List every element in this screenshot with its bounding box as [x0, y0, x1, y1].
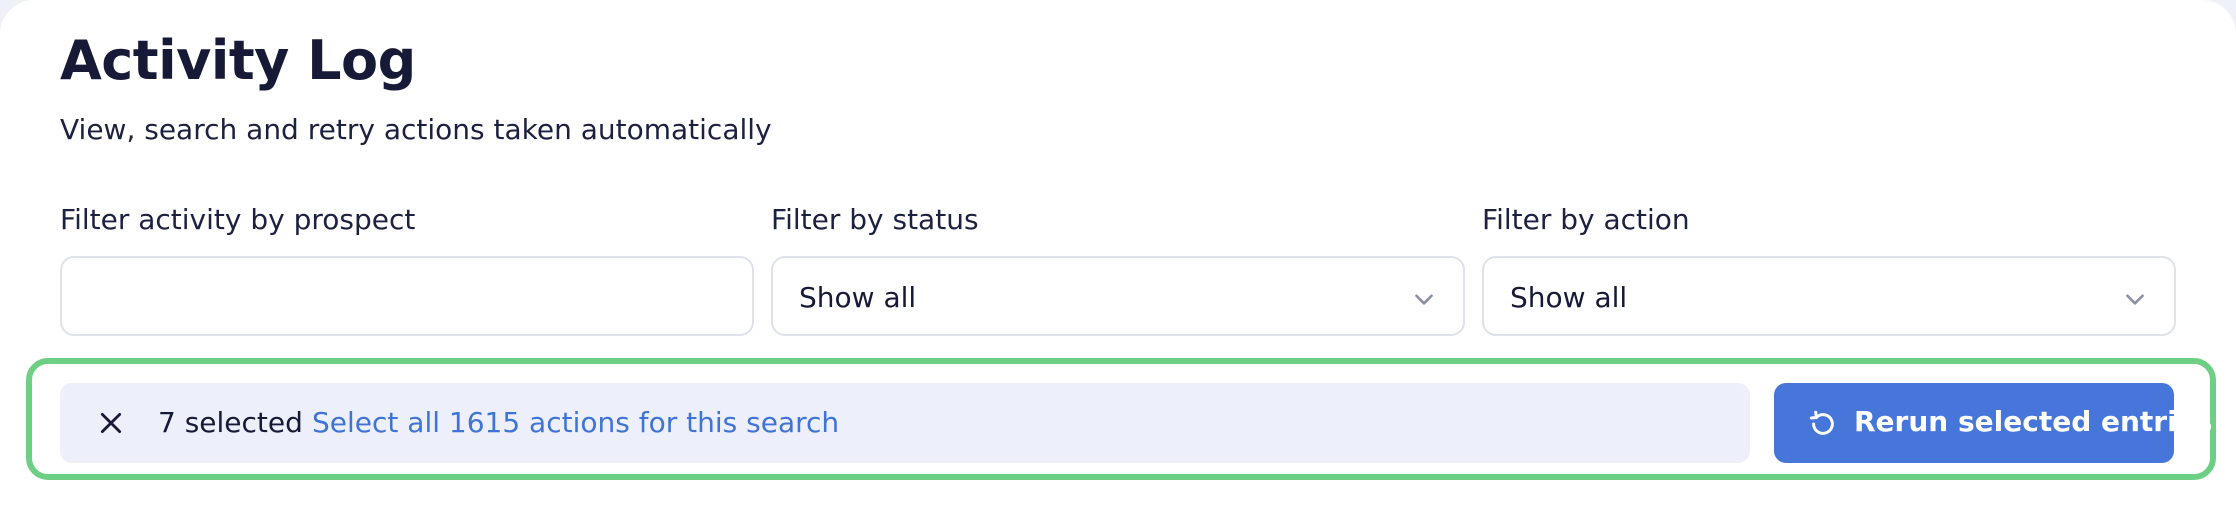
- action-filter-label: Filter by action: [1482, 203, 1690, 236]
- rerun-selected-button[interactable]: Rerun selected entries: [1774, 383, 2212, 463]
- rerun-button-label: Rerun selected entries: [1854, 405, 2213, 438]
- close-icon[interactable]: [98, 410, 124, 436]
- chevron-down-icon: [2126, 294, 2144, 305]
- action-filter-select[interactable]: Show all: [1482, 256, 2176, 336]
- chevron-down-icon: [1415, 294, 1433, 305]
- status-filter-label: Filter by status: [771, 203, 979, 236]
- status-filter-select[interactable]: Show all: [771, 256, 1465, 336]
- status-filter-value: Show all: [799, 281, 917, 314]
- action-filter-value: Show all: [1510, 281, 1628, 314]
- select-all-link[interactable]: Select all 1615 actions for this search: [312, 403, 839, 443]
- selection-bar: 7 selected Select all 1615 actions for t…: [60, 383, 1750, 463]
- prospect-filter: [60, 256, 754, 336]
- page-title: Activity Log: [60, 29, 416, 92]
- refresh-icon: [1809, 410, 1834, 435]
- page-subtitle: View, search and retry actions taken aut…: [60, 113, 772, 146]
- selected-count: 7 selected: [158, 406, 303, 439]
- activity-log-card: Activity Log View, search and retry acti…: [0, 0, 2236, 506]
- prospect-filter-input[interactable]: [62, 258, 752, 334]
- prospect-filter-label: Filter activity by prospect: [60, 203, 416, 236]
